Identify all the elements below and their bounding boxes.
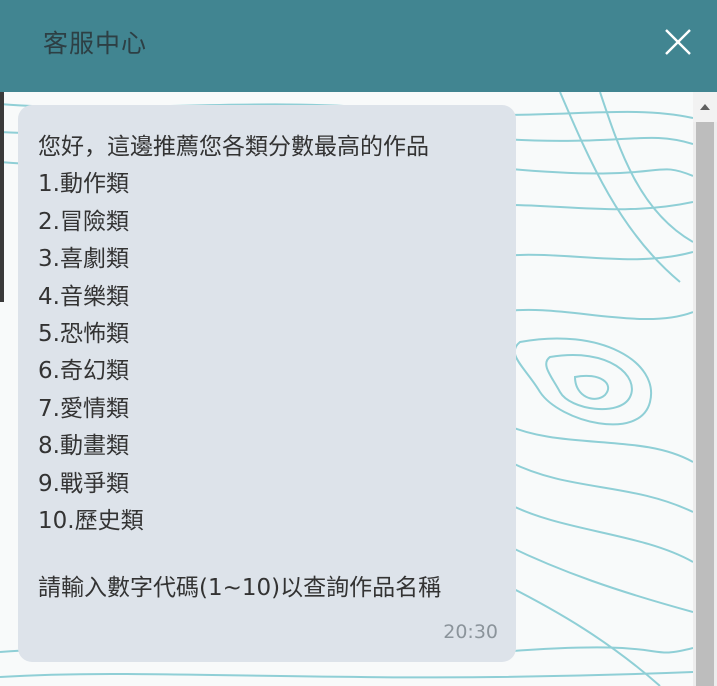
message-line: 1.動作類 — [38, 171, 129, 198]
message-prompt: 請輸入數字代碼(1~10)以查詢作品名稱 — [38, 575, 442, 601]
message-line: 2.冒險類 — [38, 208, 129, 235]
chat-window: 客服中心 您好，這邊推薦您各類分數最高的作品 1.動作類 2.冒險類 3.喜劇類… — [0, 0, 717, 686]
header-title: 客服中心 — [43, 29, 148, 58]
message-line: 6.奇幻類 — [38, 358, 129, 385]
close-icon — [665, 29, 691, 55]
chat-header: 客服中心 — [0, 0, 717, 92]
background-app-edge — [0, 92, 4, 302]
message-bubble: 您好，這邊推薦您各類分數最高的作品 1.動作類 2.冒險類 3.喜劇類 4.音樂… — [18, 105, 516, 662]
chevron-up-icon — [700, 104, 710, 110]
close-button[interactable] — [660, 24, 696, 60]
scroll-up-button[interactable] — [693, 92, 717, 122]
message-line: 4.音樂類 — [38, 283, 129, 310]
scrollbar-thumb[interactable] — [696, 122, 714, 686]
message-line: 8.動畫類 — [38, 433, 129, 460]
message-timestamp: 20:30 — [443, 621, 498, 643]
message-line: 3.喜劇類 — [38, 246, 129, 273]
message-line: 10.歷史類 — [38, 507, 144, 534]
message-line: 5.恐怖類 — [38, 320, 129, 347]
message-line: 9.戰爭類 — [38, 470, 129, 497]
message-text: 您好，這邊推薦您各類分數最高的作品 1.動作類 2.冒險類 3.喜劇類 4.音樂… — [38, 129, 508, 540]
message-line: 7.愛情類 — [38, 395, 129, 422]
vertical-scrollbar[interactable] — [693, 92, 717, 686]
message-line: 您好，這邊推薦您各類分數最高的作品 — [38, 134, 429, 160]
